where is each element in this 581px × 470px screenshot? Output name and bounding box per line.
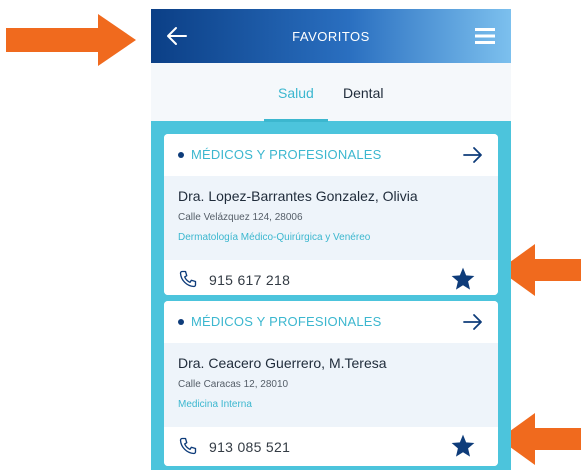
- doctor-address: Calle Caracas 12, 28010: [178, 379, 289, 390]
- app-screen: FAVORITOS Salud Dental MÉDICOS Y PROFESI…: [151, 9, 511, 470]
- phone-number-link[interactable]: 913 085 521: [209, 439, 290, 455]
- tab-bar: Salud Dental: [151, 63, 511, 122]
- favorite-card[interactable]: MÉDICOS Y PROFESIONALES Dra. Ceacero Gue…: [164, 301, 498, 466]
- bullet-dot-icon: [178, 152, 184, 158]
- arrow-right-icon[interactable]: [462, 312, 484, 332]
- tab-salud[interactable]: Salud: [278, 85, 314, 101]
- annotation-arrow-right-icon: [6, 14, 136, 66]
- app-header: FAVORITOS: [151, 9, 511, 63]
- phone-icon: [178, 436, 198, 456]
- hamburger-menu-icon[interactable]: [475, 27, 495, 45]
- tab-dental[interactable]: Dental: [343, 85, 383, 101]
- doctor-specialty: Dermatología Médico-Quirúrgica y Venéreo: [178, 232, 371, 243]
- doctor-specialty: Medicina Interna: [178, 399, 252, 410]
- card-header: MÉDICOS Y PROFESIONALES: [164, 301, 498, 343]
- page-title: FAVORITOS: [292, 29, 370, 44]
- annotation-arrow-left-icon: [499, 244, 581, 296]
- doctor-name: Dra. Ceacero Guerrero, M.Teresa: [178, 355, 387, 371]
- doctor-name: Dra. Lopez-Barrantes Gonzalez, Olivia: [178, 188, 418, 204]
- phone-icon: [178, 269, 198, 289]
- card-details: Dra. Ceacero Guerrero, M.Teresa Calle Ca…: [164, 343, 498, 427]
- card-footer: 915 617 218: [164, 260, 498, 295]
- bullet-dot-icon: [178, 319, 184, 325]
- arrow-right-icon[interactable]: [462, 145, 484, 165]
- star-favorite-icon[interactable]: [450, 433, 476, 459]
- active-tab-indicator: [264, 119, 328, 122]
- doctor-address: Calle Velázquez 124, 28006: [178, 212, 303, 223]
- card-footer: 913 085 521: [164, 427, 498, 466]
- star-favorite-icon[interactable]: [450, 266, 476, 292]
- card-category: MÉDICOS Y PROFESIONALES: [191, 314, 382, 329]
- phone-number-link[interactable]: 915 617 218: [209, 272, 290, 288]
- card-header: MÉDICOS Y PROFESIONALES: [164, 134, 498, 176]
- card-details: Dra. Lopez-Barrantes Gonzalez, Olivia Ca…: [164, 176, 498, 260]
- favorite-card[interactable]: MÉDICOS Y PROFESIONALES Dra. Lopez-Barra…: [164, 134, 498, 295]
- card-category: MÉDICOS Y PROFESIONALES: [191, 147, 382, 162]
- annotation-arrow-left-icon: [499, 413, 581, 465]
